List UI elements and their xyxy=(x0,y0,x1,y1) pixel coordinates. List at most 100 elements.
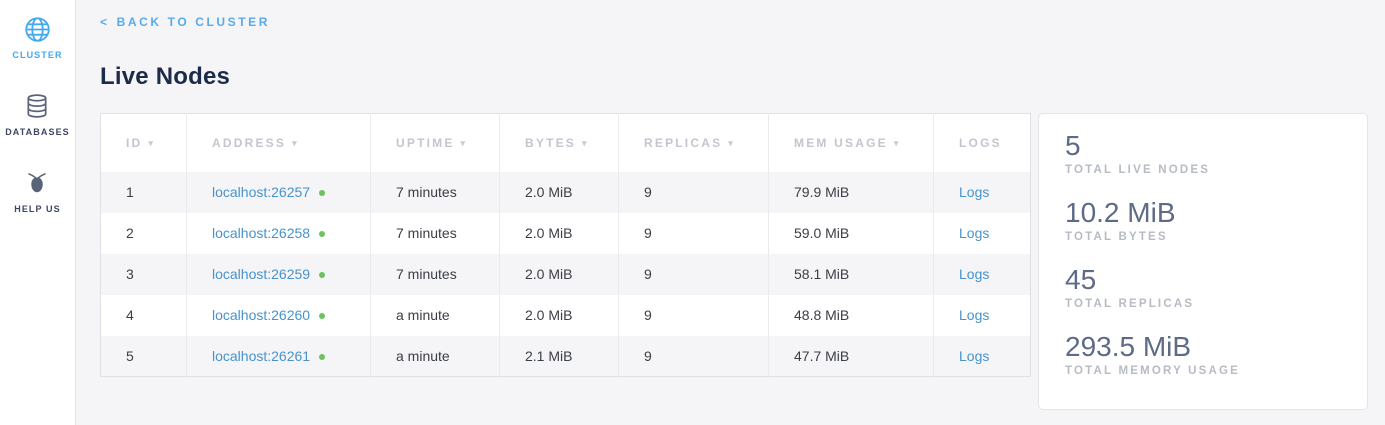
node-address-link[interactable]: localhost:26260 xyxy=(212,307,310,323)
column-header-replicas[interactable]: REPLICAS ▾ xyxy=(619,114,769,172)
sidebar-item-label: CLUSTER xyxy=(12,50,62,60)
back-link-label: BACK TO CLUSTER xyxy=(117,15,270,29)
node-id-cell: 2 xyxy=(101,213,187,254)
node-address-cell: localhost:26261 xyxy=(187,336,371,377)
node-logs-link[interactable]: Logs xyxy=(959,225,989,241)
node-logs-cell: Logs xyxy=(934,295,1031,336)
globe-icon xyxy=(24,16,51,43)
column-header-label: MEM USAGE xyxy=(794,136,888,150)
node-uptime-cell: 7 minutes xyxy=(371,213,500,254)
node-uptime-cell: a minute xyxy=(371,336,500,377)
node-mem-usage-cell: 59.0 MiB xyxy=(769,213,934,254)
node-replicas-cell: 9 xyxy=(619,295,769,336)
node-id-cell: 3 xyxy=(101,254,187,295)
summary-stat-label: TOTAL BYTES xyxy=(1065,231,1341,243)
column-header-id[interactable]: ID ▾ xyxy=(101,114,187,172)
back-to-cluster-link[interactable]: < BACK TO CLUSTER xyxy=(100,15,270,29)
node-uptime-cell: 7 minutes xyxy=(371,172,500,213)
table-header-row: ID▾ADDRESS▾UPTIME▾BYTES▾REPLICAS▾MEM USA… xyxy=(101,114,1031,172)
node-mem-usage-cell: 58.1 MiB xyxy=(769,254,934,295)
column-header-address[interactable]: ADDRESS ▾ xyxy=(187,114,371,172)
node-row: 5 localhost:26261 a minute2.1 MiB947.7 MiB… xyxy=(101,336,1031,377)
column-header-label: UPTIME xyxy=(396,136,455,150)
node-address-link[interactable]: localhost:26259 xyxy=(212,266,310,282)
node-logs-cell: Logs xyxy=(934,213,1031,254)
node-logs-link[interactable]: Logs xyxy=(959,184,989,200)
node-bytes-cell: 2.0 MiB xyxy=(500,295,619,336)
node-row: 1 localhost:26257 7 minutes2.0 MiB979.9 Mi… xyxy=(101,172,1031,213)
sidebar-item-label: DATABASES xyxy=(5,127,70,137)
summary-stat-value: 45 xyxy=(1065,263,1341,296)
sidebar: CLUSTER DATABASES HELP US xyxy=(0,0,76,425)
node-logs-link[interactable]: Logs xyxy=(959,266,989,282)
column-header-logs: LOGS xyxy=(934,114,1031,172)
node-id-cell: 5 xyxy=(101,336,187,377)
sidebar-item-databases[interactable]: DATABASES xyxy=(5,93,70,137)
sort-arrow-icon: ▾ xyxy=(292,138,299,148)
node-bytes-cell: 2.0 MiB xyxy=(500,172,619,213)
table-body: 1localhost:262577 minutes2.0 MiB979.9 Mi… xyxy=(101,172,1031,377)
node-mem-usage-cell: 47.7 MiB xyxy=(769,336,934,377)
sort-arrow-icon: ▾ xyxy=(582,138,589,148)
sort-arrow-icon: ▾ xyxy=(728,138,735,148)
main-content: <BACK TO CLUSTER Live Nodes ID▾ADDRESS▾U… xyxy=(76,0,1385,425)
summary-stat-label: TOTAL REPLICAS xyxy=(1065,298,1341,310)
node-address-cell: localhost:26258 xyxy=(187,213,371,254)
column-header-bytes[interactable]: BYTES ▾ xyxy=(500,114,619,172)
node-logs-cell: Logs xyxy=(934,336,1031,377)
sidebar-item-cluster[interactable]: CLUSTER xyxy=(12,16,62,60)
column-header-uptime[interactable]: UPTIME ▾ xyxy=(371,114,500,172)
node-live-status-dot xyxy=(319,272,325,278)
sort-arrow-icon: ▾ xyxy=(894,138,901,148)
node-logs-cell: Logs xyxy=(934,254,1031,295)
node-bytes-cell: 2.0 MiB xyxy=(500,254,619,295)
node-logs-link[interactable]: Logs xyxy=(959,348,989,364)
column-header-label: LOGS xyxy=(959,136,1002,150)
sort-arrow-icon: ▾ xyxy=(148,138,155,148)
node-address-link[interactable]: localhost:26257 xyxy=(212,184,310,200)
sidebar-item-label: HELP US xyxy=(14,204,61,214)
column-header-mem-usage[interactable]: MEM USAGE ▾ xyxy=(769,114,934,172)
node-address-cell: localhost:26257 xyxy=(187,172,371,213)
column-header-label: ID xyxy=(126,136,142,150)
databases-icon xyxy=(24,93,51,120)
summary-stat: 45 TOTAL REPLICAS xyxy=(1065,263,1341,310)
node-uptime-cell: 7 minutes xyxy=(371,254,500,295)
sidebar-item-help-us[interactable]: HELP US xyxy=(14,170,61,214)
summary-stat: 10.2 MiB TOTAL BYTES xyxy=(1065,196,1341,243)
node-address-link[interactable]: localhost:26258 xyxy=(212,225,310,241)
node-logs-cell: Logs xyxy=(934,172,1031,213)
sort-arrow-icon: ▾ xyxy=(461,138,468,148)
column-header-label: ADDRESS xyxy=(212,136,286,150)
node-row: 4localhost:26260a minute2.0 MiB948.8 MiB… xyxy=(101,295,1031,336)
summary-stat-value: 10.2 MiB xyxy=(1065,196,1341,229)
node-address-cell: localhost:26260 xyxy=(187,295,371,336)
node-replicas-cell: 9 xyxy=(619,172,769,213)
node-mem-usage-cell: 79.9 MiB xyxy=(769,172,934,213)
node-replicas-cell: 9 xyxy=(619,336,769,377)
summary-stat-value: 293.5 MiB xyxy=(1065,330,1341,363)
summary-stat: 5 TOTAL LIVE NODES xyxy=(1065,129,1341,176)
summary-stat: 293.5 MiB TOTAL MEMORY USAGE xyxy=(1065,330,1341,377)
node-replicas-cell: 9 xyxy=(619,254,769,295)
node-uptime-cell: a minute xyxy=(371,295,500,336)
node-address-link[interactable]: localhost:26261 xyxy=(212,348,310,364)
node-bytes-cell: 2.1 MiB xyxy=(500,336,619,377)
column-header-label: BYTES xyxy=(525,136,576,150)
node-row: 3 localhost:26259 7 minutes2.0 MiB958.1 Mi… xyxy=(101,254,1031,295)
node-replicas-cell: 9 xyxy=(619,213,769,254)
live-nodes-table: ID▾ADDRESS▾UPTIME▾BYTES▾REPLICAS▾MEM USA… xyxy=(100,113,1031,377)
summary-stat-value: 5 xyxy=(1065,129,1341,162)
node-live-status-dot xyxy=(319,354,325,360)
back-arrow-icon: < xyxy=(100,15,110,29)
summary-stat-label: TOTAL LIVE NODES xyxy=(1065,164,1341,176)
node-live-status-dot xyxy=(319,231,325,237)
node-row: 2localhost:262587 minutes2.0 MiB959.0 Mi… xyxy=(101,213,1031,254)
node-live-status-dot xyxy=(319,190,325,196)
node-id-cell: 1 xyxy=(101,172,187,213)
column-header-label: REPLICAS xyxy=(644,136,722,150)
node-mem-usage-cell: 48.8 MiB xyxy=(769,295,934,336)
summary-stat-label: TOTAL MEMORY USAGE xyxy=(1065,365,1341,377)
node-logs-link[interactable]: Logs xyxy=(959,307,989,323)
content-row: ID▾ADDRESS▾UPTIME▾BYTES▾REPLICAS▾MEM USA… xyxy=(100,113,1385,410)
